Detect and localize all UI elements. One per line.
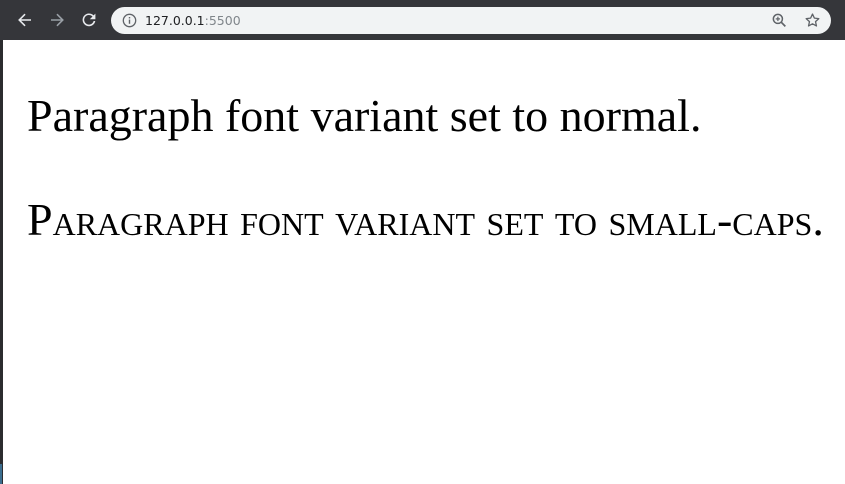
back-arrow-icon	[18, 13, 31, 27]
browser-toolbar: 127.0.0.1:5500	[0, 0, 845, 40]
forward-button[interactable]	[45, 8, 69, 32]
info-icon[interactable]	[122, 13, 137, 28]
back-button[interactable]	[13, 8, 37, 32]
reload-icon	[82, 13, 96, 27]
url-port: :5500	[204, 13, 241, 28]
forward-arrow-icon	[51, 13, 64, 27]
paragraph-small-caps: Paragraph font variant set to small-caps…	[27, 194, 824, 245]
page-viewport: Paragraph font variant set to normal. Pa…	[3, 40, 845, 484]
address-bar[interactable]: 127.0.0.1:5500	[111, 7, 831, 34]
browser-window: 127.0.0.1:5500 Paragraph font variant se…	[0, 0, 845, 484]
url-host: 127.0.0.1	[145, 13, 205, 28]
star-icon[interactable]	[804, 12, 821, 29]
window-edge-accent	[0, 464, 2, 484]
url-text[interactable]: 127.0.0.1:5500	[145, 12, 241, 29]
zoom-icon[interactable]	[771, 12, 788, 29]
paragraph-normal: Paragraph font variant set to normal.	[27, 90, 702, 141]
reload-button[interactable]	[77, 8, 101, 32]
